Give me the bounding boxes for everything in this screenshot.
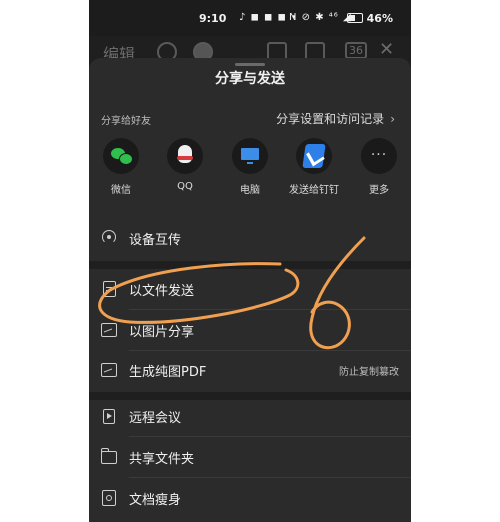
- computer-icon: [232, 138, 268, 174]
- battery-level: 46%: [366, 12, 393, 25]
- doc-slim-item[interactable]: 文档瘦身: [89, 478, 411, 518]
- pdf-image-icon: [101, 361, 117, 379]
- share-computer-button[interactable]: 电脑: [218, 138, 282, 196]
- item-label: 生成纯图PDF: [129, 365, 207, 380]
- more-icon: ···: [361, 138, 397, 174]
- generate-pdf-item[interactable]: 生成纯图PDF 防止复制篡改: [89, 350, 411, 390]
- item-label: 文档瘦身: [129, 493, 182, 508]
- item-label: 设备互传: [129, 233, 182, 248]
- share-wechat-button[interactable]: 微信: [89, 138, 153, 196]
- app-label: 更多: [369, 185, 389, 196]
- status-bar: 9:10 ♪ ◼ ◼ ◼ • N ⊘ ✱ ⁴⁶ ◢ 46%: [89, 0, 411, 36]
- item-label: 共享文件夹: [129, 452, 195, 467]
- share-dingtalk-button[interactable]: 发送给钉钉: [282, 138, 346, 196]
- phone-screen: 9:10 ♪ ◼ ◼ ◼ • N ⊘ ✱ ⁴⁶ ◢ 46% 编辑 36 ✕ 分享…: [89, 0, 411, 522]
- item-label: 以文件发送: [129, 284, 195, 299]
- app-label: QQ: [177, 181, 193, 192]
- share-settings-label: 分享设置和访问记录: [276, 112, 385, 126]
- chevron-right-icon: ›: [390, 112, 395, 126]
- status-time: 9:10: [199, 12, 227, 25]
- sheet-handle[interactable]: [235, 63, 265, 66]
- share-settings-link[interactable]: 分享设置和访问记录 ›: [276, 110, 395, 127]
- sheet-title: 分享与发送: [215, 71, 285, 87]
- shared-folder-icon: [101, 448, 117, 466]
- remote-meeting-item[interactable]: 远程会议: [89, 396, 411, 436]
- wechat-icon: [103, 138, 139, 174]
- close-icon[interactable]: ✕: [379, 39, 394, 60]
- system-icons: N ⊘ ✱ ⁴⁶ ◢: [289, 12, 352, 23]
- section-divider: [89, 261, 411, 269]
- document-icon: [101, 280, 117, 298]
- item-label: 远程会议: [129, 411, 182, 426]
- share-qq-button[interactable]: QQ: [153, 138, 217, 192]
- page-count-badge[interactable]: 36: [345, 42, 367, 59]
- device-transfer-item[interactable]: 设备互传: [89, 218, 411, 258]
- share-friends-label: 分享给好友: [101, 116, 151, 127]
- app-label: 电脑: [240, 185, 260, 196]
- share-more-button[interactable]: ··· 更多: [347, 138, 411, 196]
- battery-icon: [347, 13, 363, 23]
- share-as-image-item[interactable]: 以图片分享: [89, 310, 411, 350]
- wireless-icon: [101, 229, 117, 247]
- dingtalk-icon: [296, 138, 332, 174]
- item-label: 以图片分享: [129, 325, 195, 340]
- shared-folder-item[interactable]: 共享文件夹: [89, 437, 411, 477]
- send-as-file-item[interactable]: 以文件发送: [89, 269, 411, 309]
- image-icon: [101, 321, 117, 339]
- slim-doc-icon: [101, 489, 117, 507]
- app-label: 发送给钉钉: [289, 185, 339, 196]
- video-doc-icon: [101, 407, 117, 425]
- share-sheet: 分享与发送 分享给好友 分享设置和访问记录 › 微信 QQ 电脑 发送给钉钉 ·…: [89, 58, 411, 522]
- qq-icon: [167, 138, 203, 174]
- share-app-row: 微信 QQ 电脑 发送给钉钉 ··· 更多: [89, 138, 411, 204]
- share-header: 分享给好友 分享设置和访问记录 ›: [89, 102, 411, 130]
- app-label: 微信: [111, 185, 131, 196]
- pdf-note: 防止复制篡改: [339, 367, 399, 378]
